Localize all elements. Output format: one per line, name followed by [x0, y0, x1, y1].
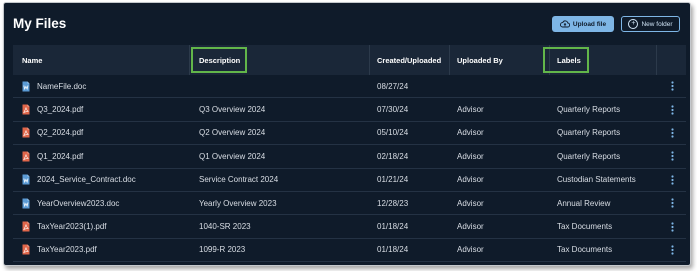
- file-name[interactable]: 2024_Service_Contract.doc: [37, 175, 136, 184]
- more-vertical-icon[interactable]: [671, 239, 674, 261]
- file-name[interactable]: TaxYear2023.pdf: [37, 245, 97, 254]
- cell-description: Q1 Overview 2024: [199, 151, 266, 161]
- column-header-created[interactable]: Created/Uploaded: [377, 45, 441, 75]
- table-header: Name Description Created/Uploaded Upload…: [13, 45, 686, 75]
- cloud-upload-icon: [559, 20, 570, 28]
- cell-uploaded-by: Advisor: [457, 222, 484, 232]
- table-row[interactable]: Q2_2024.pdf Q2 Overview 2024 05/10/24 Advis…: [13, 122, 686, 146]
- cell-created: 02/18/24: [377, 151, 409, 161]
- file-name[interactable]: TaxYear2023(1).pdf: [37, 222, 107, 231]
- column-header-name[interactable]: Name: [22, 45, 42, 75]
- cell-labels: Quarterly Reports: [557, 128, 621, 138]
- labels-highlight: [543, 47, 589, 73]
- table-row[interactable]: TaxYear2023(1).pdf 1040-SR 2023 01/18/24 Ad…: [13, 215, 686, 239]
- more-vertical-icon[interactable]: [671, 215, 674, 237]
- cell-created: 07/30/24: [377, 105, 409, 115]
- cell-labels: Tax Documents: [557, 245, 613, 255]
- cell-labels: Custodian Statements: [557, 175, 636, 185]
- cell-uploaded-by: Advisor: [457, 175, 484, 185]
- cell-name[interactable]: 2024_Service_Contract.doc: [22, 169, 136, 191]
- cell-created: 12/28/23: [377, 198, 409, 208]
- cell-created: 01/18/24: [377, 222, 409, 232]
- plus-circle-icon: +: [628, 19, 639, 29]
- cell-created: 08/27/24: [377, 81, 409, 91]
- cell-created: 01/21/24: [377, 175, 409, 185]
- cell-description: Service Contract 2024: [199, 175, 279, 185]
- cell-created: 01/18/24: [377, 245, 409, 255]
- upload-file-label: Upload file: [572, 20, 607, 28]
- cell-name[interactable]: TaxYear2023.pdf: [22, 239, 97, 261]
- new-folder-label: New folder: [641, 20, 673, 28]
- cell-name[interactable]: TaxYear2023(1).pdf: [22, 215, 107, 237]
- files-panel: My Files Upload file + New folder Name D…: [3, 2, 691, 266]
- doc-file-icon: [22, 174, 37, 185]
- table-row[interactable]: YearOverview2023.doc Yearly Overview 2023…: [13, 192, 686, 216]
- cell-uploaded-by: Advisor: [457, 105, 484, 115]
- cell-uploaded-by: Advisor: [457, 245, 484, 255]
- cell-description: 1040-SR 2023: [199, 222, 251, 232]
- cell-description: Yearly Overview 2023: [199, 198, 277, 208]
- files-table: Name Description Created/Uploaded Upload…: [13, 45, 686, 263]
- cell-name[interactable]: YearOverview2023.doc: [22, 192, 119, 214]
- cell-labels: Tax Documents: [557, 222, 613, 232]
- file-name[interactable]: YearOverview2023.doc: [37, 199, 119, 208]
- cell-uploaded-by: Advisor: [457, 128, 484, 138]
- file-name[interactable]: Q2_2024.pdf: [37, 128, 83, 137]
- file-name[interactable]: Q3_2024.pdf: [37, 105, 83, 114]
- pdf-file-icon: [22, 244, 37, 255]
- cell-name[interactable]: Q2_2024.pdf: [22, 122, 83, 144]
- cell-created: 05/10/24: [377, 128, 409, 138]
- pdf-file-icon: [22, 104, 37, 115]
- upload-file-button[interactable]: Upload file: [552, 16, 614, 32]
- page-title: My Files: [13, 16, 67, 31]
- more-vertical-icon[interactable]: [671, 145, 674, 167]
- description-highlight: [191, 47, 247, 73]
- column-header-uploaded-by[interactable]: Uploaded By: [457, 45, 503, 75]
- cell-description: 1099-R 2023: [199, 245, 246, 255]
- cell-labels: Annual Review: [557, 198, 611, 208]
- more-vertical-icon[interactable]: [671, 192, 674, 214]
- more-vertical-icon[interactable]: [671, 122, 674, 144]
- cell-name[interactable]: NameFile.doc: [22, 75, 86, 97]
- table-row[interactable]: Q3_2024.pdf Q3 Overview 2024 07/30/24 Advis…: [13, 98, 686, 122]
- cell-labels: Quarterly Reports: [557, 105, 621, 115]
- more-vertical-icon[interactable]: [671, 75, 674, 97]
- more-vertical-icon[interactable]: [671, 98, 674, 120]
- pdf-file-icon: [22, 221, 37, 232]
- file-name[interactable]: Q1_2024.pdf: [37, 152, 83, 161]
- pdf-file-icon: [22, 151, 37, 162]
- new-folder-button[interactable]: + New folder: [621, 16, 680, 32]
- file-name[interactable]: NameFile.doc: [37, 82, 86, 91]
- table-body: NameFile.doc 08/27/24 Q3_2024.pdf Q3 Overvi…: [13, 75, 686, 263]
- cell-description: Q2 Overview 2024: [199, 128, 266, 138]
- cell-name[interactable]: Q1_2024.pdf: [22, 145, 83, 167]
- cell-name[interactable]: Q3_2024.pdf: [22, 98, 83, 120]
- cell-uploaded-by: Advisor: [457, 198, 484, 208]
- table-row[interactable]: 2024_Service_Contract.doc Service Contrac…: [13, 169, 686, 192]
- doc-file-icon: [22, 198, 37, 209]
- table-row[interactable]: NameFile.doc 08/27/24: [13, 75, 686, 99]
- cell-uploaded-by: Advisor: [457, 151, 484, 161]
- table-row[interactable]: Q1_2024.pdf Q1 Overview 2024 02/18/24 Advis…: [13, 145, 686, 169]
- pdf-file-icon: [22, 127, 37, 138]
- doc-file-icon: [22, 81, 37, 92]
- more-vertical-icon[interactable]: [671, 169, 674, 191]
- table-row[interactable]: TaxYear2023.pdf 1099-R 2023 01/18/24 Adviso…: [13, 239, 686, 263]
- cell-description: Q3 Overview 2024: [199, 105, 266, 115]
- cell-labels: Quarterly Reports: [557, 151, 621, 161]
